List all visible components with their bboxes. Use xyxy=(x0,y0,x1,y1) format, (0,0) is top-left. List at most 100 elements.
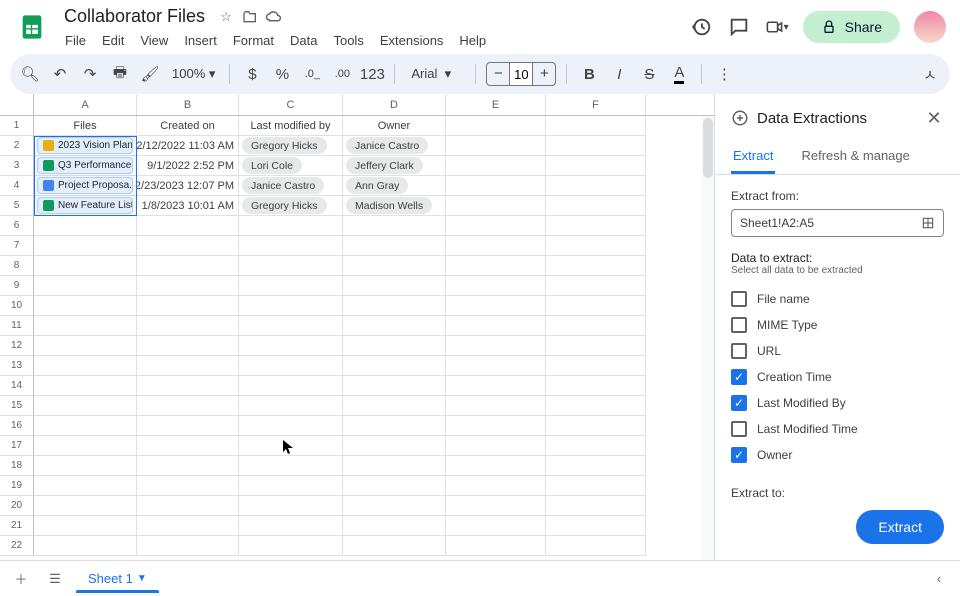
cell[interactable] xyxy=(446,396,546,416)
cell[interactable] xyxy=(239,396,343,416)
checkbox-option[interactable]: ✓Creation Time xyxy=(731,364,944,390)
cell[interactable] xyxy=(446,216,546,236)
cell[interactable]: Lori Cole xyxy=(239,156,343,176)
cloud-status-icon[interactable] xyxy=(265,8,283,26)
cell[interactable] xyxy=(239,276,343,296)
cell[interactable] xyxy=(239,336,343,356)
cell[interactable] xyxy=(34,416,137,436)
cell[interactable] xyxy=(239,416,343,436)
cell[interactable] xyxy=(137,356,239,376)
undo-icon[interactable]: ↶ xyxy=(48,62,72,86)
col-head-b[interactable]: B xyxy=(137,94,239,115)
cell[interactable] xyxy=(137,316,239,336)
menu-insert[interactable]: Insert xyxy=(177,31,224,50)
checkbox-option[interactable]: ✓Last Modified By xyxy=(731,390,944,416)
cell[interactable] xyxy=(239,236,343,256)
row-head[interactable]: 9 xyxy=(0,276,34,296)
cell[interactable] xyxy=(34,296,137,316)
cell[interactable] xyxy=(239,476,343,496)
cell[interactable] xyxy=(34,436,137,456)
row-head[interactable]: 3 xyxy=(0,156,34,176)
checkbox-option[interactable]: Last Modified Time xyxy=(731,416,944,442)
percent-icon[interactable]: % xyxy=(270,62,294,86)
cell[interactable] xyxy=(137,496,239,516)
extract-button[interactable]: Extract xyxy=(856,510,944,544)
font-family-selector[interactable]: Arial ▾ xyxy=(405,66,465,82)
menu-data[interactable]: Data xyxy=(283,31,324,50)
menu-file[interactable]: File xyxy=(58,31,93,50)
cell[interactable] xyxy=(546,296,646,316)
cell[interactable] xyxy=(446,316,546,336)
search-icon[interactable]: 🔍︎ xyxy=(18,62,42,86)
menu-tools[interactable]: Tools xyxy=(326,31,370,50)
menu-view[interactable]: View xyxy=(133,31,175,50)
checkbox[interactable] xyxy=(731,343,747,359)
cell[interactable] xyxy=(239,436,343,456)
person-chip[interactable]: Janice Castro xyxy=(242,177,324,194)
menu-edit[interactable]: Edit xyxy=(95,31,131,50)
cell[interactable] xyxy=(446,136,546,156)
cell[interactable] xyxy=(343,216,446,236)
cell[interactable] xyxy=(546,416,646,436)
row-head[interactable]: 11 xyxy=(0,316,34,336)
cell[interactable] xyxy=(137,416,239,436)
cell[interactable] xyxy=(546,196,646,216)
cell[interactable] xyxy=(34,256,137,276)
row-head[interactable]: 13 xyxy=(0,356,34,376)
cell[interactable] xyxy=(546,236,646,256)
tab-extract[interactable]: Extract xyxy=(731,140,775,174)
more-formats-icon[interactable]: 123 xyxy=(360,62,384,86)
star-icon[interactable]: ☆ xyxy=(217,8,235,26)
checkbox-option[interactable]: File name xyxy=(731,286,944,312)
checkbox[interactable] xyxy=(731,421,747,437)
checkbox[interactable]: ✓ xyxy=(731,369,747,385)
cell[interactable] xyxy=(34,276,137,296)
tab-refresh-manage[interactable]: Refresh & manage xyxy=(799,140,911,174)
cell[interactable] xyxy=(446,376,546,396)
cell[interactable] xyxy=(34,316,137,336)
cell[interactable] xyxy=(343,276,446,296)
cell[interactable] xyxy=(34,536,137,556)
cell[interactable] xyxy=(34,456,137,476)
history-icon[interactable] xyxy=(689,15,713,39)
close-icon[interactable]: ✕ xyxy=(924,108,944,128)
cell[interactable] xyxy=(446,356,546,376)
sheet-tab-1[interactable]: Sheet 1 ▼ xyxy=(76,565,159,592)
cell[interactable] xyxy=(34,236,137,256)
more-toolbar-icon[interactable]: ⋮ xyxy=(712,62,736,86)
font-size-increase[interactable]: + xyxy=(533,63,555,85)
cell[interactable]: Madison Wells xyxy=(343,196,446,216)
zoom-selector[interactable]: 100% ▾ xyxy=(168,66,219,82)
cell[interactable] xyxy=(446,196,546,216)
explore-icon[interactable]: ‹ xyxy=(926,566,952,592)
cell[interactable] xyxy=(239,516,343,536)
cell[interactable] xyxy=(137,536,239,556)
spreadsheet-grid[interactable]: A B C D E F 1FilesCreated onLast modifie… xyxy=(0,94,714,556)
person-chip[interactable]: Jeffery Clark xyxy=(346,157,423,174)
print-icon[interactable]: 🖶 xyxy=(108,62,132,86)
person-chip[interactable]: Janice Castro xyxy=(346,137,428,154)
cell[interactable] xyxy=(546,216,646,236)
cell[interactable] xyxy=(343,476,446,496)
cell[interactable] xyxy=(343,356,446,376)
row-head[interactable]: 14 xyxy=(0,376,34,396)
increase-decimal-icon[interactable]: .00 xyxy=(330,62,354,86)
cell[interactable] xyxy=(446,256,546,276)
font-size-decrease[interactable]: − xyxy=(487,63,509,85)
menu-help[interactable]: Help xyxy=(452,31,493,50)
cell[interactable] xyxy=(343,516,446,536)
person-chip[interactable]: Lori Cole xyxy=(242,157,302,174)
cell[interactable]: 12/12/2022 11:03 AM xyxy=(137,136,239,156)
cell[interactable] xyxy=(343,456,446,476)
cell[interactable] xyxy=(34,496,137,516)
cell[interactable] xyxy=(446,236,546,256)
strike-icon[interactable]: S xyxy=(637,62,661,86)
cell[interactable] xyxy=(137,336,239,356)
cell[interactable] xyxy=(546,136,646,156)
cell[interactable] xyxy=(446,536,546,556)
cell[interactable] xyxy=(546,476,646,496)
col-head-c[interactable]: C xyxy=(239,94,343,115)
cell[interactable] xyxy=(546,336,646,356)
file-chip[interactable]: Q3 Performance xyxy=(37,157,133,174)
file-chip[interactable]: 2023 Vision Plan... xyxy=(37,137,133,154)
